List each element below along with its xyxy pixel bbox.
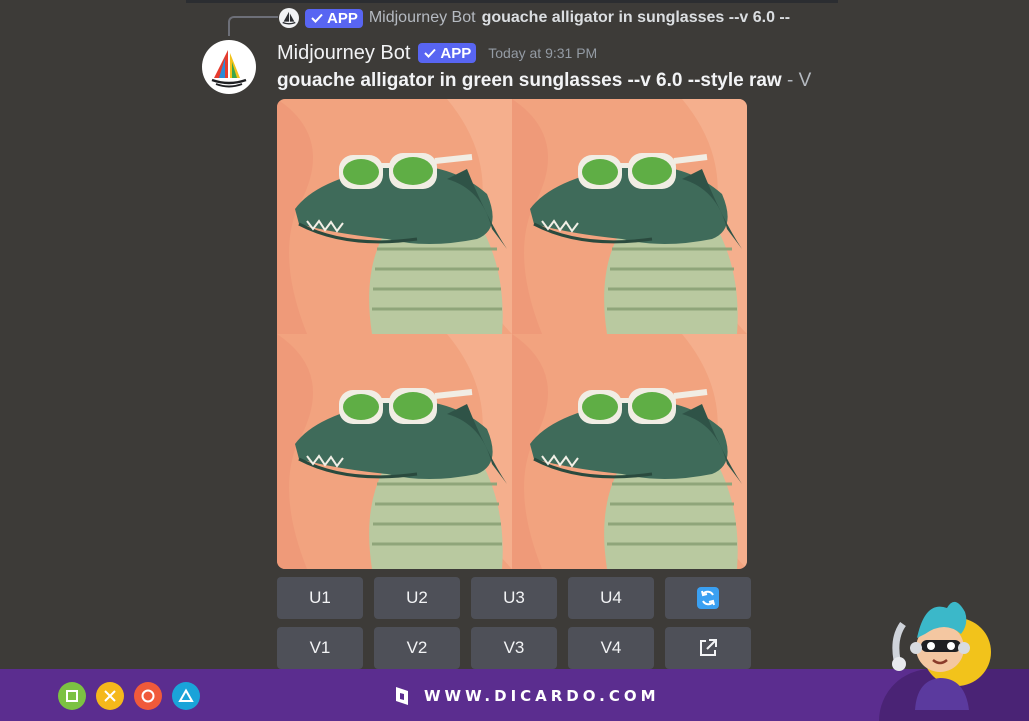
u3-button[interactable]: U3 xyxy=(471,577,557,619)
check-icon xyxy=(424,48,437,58)
reply-avatar[interactable] xyxy=(279,8,299,28)
u1-button[interactable]: U1 xyxy=(277,577,363,619)
sailboat-icon xyxy=(282,11,296,25)
web-link-button[interactable] xyxy=(665,627,751,669)
v3-button[interactable]: V3 xyxy=(471,627,557,669)
alligator-image xyxy=(512,334,747,569)
reply-bot-name[interactable]: Midjourney Bot xyxy=(369,9,476,27)
app-badge-label: APP xyxy=(327,9,358,27)
alligator-image xyxy=(277,99,512,334)
prompt-text: gouache alligator in green sunglasses --… xyxy=(277,70,782,91)
footer-shape-icons xyxy=(58,682,200,710)
upscale-button-row: U1 U2 U3 U4 xyxy=(277,577,751,619)
external-link-icon xyxy=(700,639,717,656)
triangle-icon xyxy=(172,682,200,710)
image-tile-2[interactable] xyxy=(512,99,747,334)
circle-icon xyxy=(134,682,162,710)
prompt-suffix: - V xyxy=(781,70,812,91)
refresh-icon xyxy=(697,587,719,609)
image-grid[interactable] xyxy=(277,99,747,569)
message-prompt: gouache alligator in green sunglasses --… xyxy=(277,70,838,96)
brand-text: WWW.DICARDO.COM xyxy=(424,687,660,705)
bot-avatar[interactable] xyxy=(202,40,256,94)
v2-button[interactable]: V2 xyxy=(374,627,460,669)
u4-button[interactable]: U4 xyxy=(568,577,654,619)
reply-connector xyxy=(228,16,278,36)
reroll-button[interactable] xyxy=(665,577,751,619)
v4-button[interactable]: V4 xyxy=(568,627,654,669)
cross-icon xyxy=(96,682,124,710)
image-tile-1[interactable] xyxy=(277,99,512,334)
alligator-image xyxy=(512,99,747,334)
top-divider xyxy=(186,0,838,3)
u2-button[interactable]: U2 xyxy=(374,577,460,619)
message-header: Midjourney Bot APP Today at 9:31 PM xyxy=(277,40,597,66)
v1-button[interactable]: V1 xyxy=(277,627,363,669)
reply-prompt[interactable]: gouache alligator in sunglasses --v 6.0 … xyxy=(482,9,791,27)
square-icon xyxy=(58,682,86,710)
reply-reference[interactable]: APP Midjourney Bot gouache alligator in … xyxy=(279,6,839,30)
mascot-illustration xyxy=(885,590,995,710)
image-tile-4[interactable] xyxy=(512,334,747,569)
midjourney-logo-icon xyxy=(211,50,247,88)
app-badge: APP xyxy=(418,43,477,63)
variation-button-row: V1 V2 V3 V4 xyxy=(277,627,751,669)
timestamp[interactable]: Today at 9:31 PM xyxy=(488,45,597,61)
message-bot-name[interactable]: Midjourney Bot xyxy=(277,42,410,65)
app-badge: APP xyxy=(305,8,363,28)
app-badge-label: APP xyxy=(440,44,472,62)
dicardo-logo-icon xyxy=(396,687,408,705)
brand[interactable]: WWW.DICARDO.COM xyxy=(392,684,660,708)
alligator-image xyxy=(277,334,512,569)
check-icon xyxy=(311,13,323,23)
image-tile-3[interactable] xyxy=(277,334,512,569)
